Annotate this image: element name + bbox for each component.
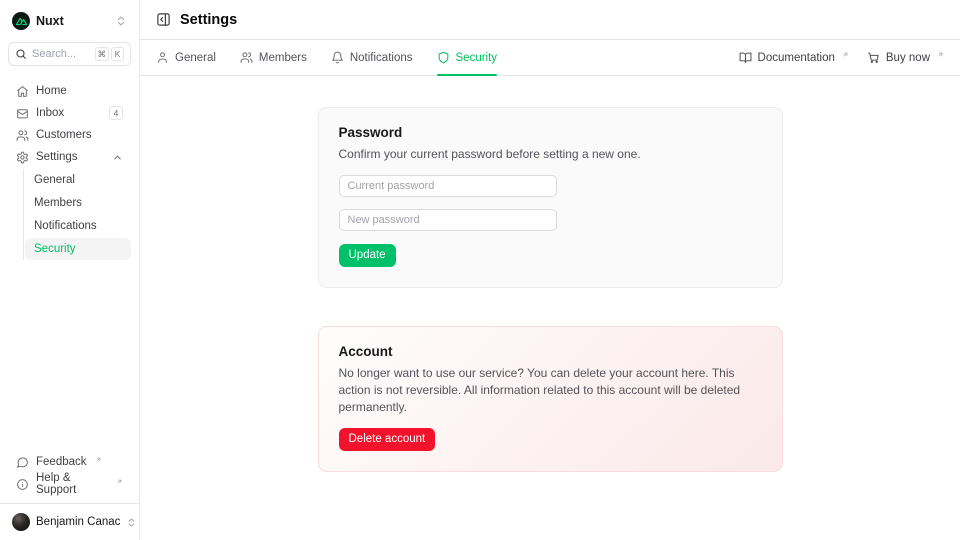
sidebar-top: Nuxt Search... ⌘ K xyxy=(0,0,139,74)
sidebar-nav: Home Inbox 4 Customers Settings xyxy=(0,74,139,261)
buy-now-link[interactable]: Buy now xyxy=(867,40,944,75)
external-link-icon xyxy=(116,478,123,485)
feedback-label: Feedback xyxy=(36,456,87,468)
sub-item-label: General xyxy=(34,174,75,186)
tabbar-links: Documentation Buy now xyxy=(739,40,944,75)
main-area: Settings General Members xyxy=(140,0,960,540)
user-icon xyxy=(156,51,169,64)
info-circle-icon xyxy=(16,478,29,491)
bell-icon xyxy=(331,51,344,64)
home-icon xyxy=(16,85,29,98)
inbox-icon xyxy=(16,107,29,120)
sidebar-item-label: Inbox xyxy=(36,107,64,119)
account-card: Account No longer want to use our servic… xyxy=(318,326,783,472)
tab-label: Members xyxy=(259,52,307,64)
workspace-selector[interactable]: Nuxt xyxy=(8,8,131,34)
book-open-icon xyxy=(739,51,752,64)
chevron-up-down-icon xyxy=(126,517,137,528)
page-title: Settings xyxy=(180,12,237,28)
tab-label: Security xyxy=(456,52,498,64)
users-icon xyxy=(16,129,29,142)
sidebar-footer-links: Feedback Help & Support xyxy=(0,447,139,503)
sidebar-spacer xyxy=(0,261,139,447)
password-card-title: Password xyxy=(339,125,762,140)
sidebar-item-settings[interactable]: Settings xyxy=(8,146,131,168)
tab-general[interactable]: General xyxy=(156,40,216,75)
tab-label: General xyxy=(175,52,216,64)
cart-icon xyxy=(867,51,880,64)
account-card-description: No longer want to use our service? You c… xyxy=(339,365,762,416)
sidebar-item-customers[interactable]: Customers xyxy=(8,124,131,146)
sidebar-item-label: Customers xyxy=(36,129,92,141)
nuxt-logo-icon xyxy=(12,12,30,30)
search-shortcut: ⌘ K xyxy=(95,47,125,61)
current-password-field[interactable] xyxy=(339,175,557,197)
kbd-k: K xyxy=(111,47,124,61)
kbd-meta: ⌘ xyxy=(95,47,110,61)
search-icon xyxy=(15,48,27,60)
password-card: Password Confirm your current password b… xyxy=(318,107,783,288)
delete-account-button[interactable]: Delete account xyxy=(339,428,436,451)
inbox-count-badge: 4 xyxy=(109,106,123,120)
sidebar-item-inbox[interactable]: Inbox 4 xyxy=(8,102,131,124)
sidebar-item-label: Settings xyxy=(36,151,78,163)
update-password-button[interactable]: Update xyxy=(339,244,396,267)
users-icon xyxy=(240,51,253,64)
tabs: General Members Notifications xyxy=(156,40,497,75)
sidebar-item-members[interactable]: Members xyxy=(25,192,131,214)
chevron-up-down-icon xyxy=(115,15,127,27)
documentation-label: Documentation xyxy=(758,52,835,64)
chevron-up-icon xyxy=(112,152,123,163)
external-link-icon xyxy=(937,51,944,58)
search-placeholder: Search... xyxy=(32,48,76,60)
sidebar-item-general[interactable]: General xyxy=(25,169,131,191)
sidebar-item-security[interactable]: Security xyxy=(25,238,131,260)
buy-now-label: Buy now xyxy=(886,52,930,64)
sidebar: Nuxt Search... ⌘ K xyxy=(0,0,140,540)
sidebar-collapse-icon[interactable] xyxy=(156,12,171,27)
chat-bubble-icon xyxy=(16,456,29,469)
current-password-field-wrap xyxy=(339,175,762,197)
workspace-name: Nuxt xyxy=(36,14,64,28)
tabbar: General Members Notifications xyxy=(140,40,960,76)
documentation-link[interactable]: Documentation xyxy=(739,40,849,75)
sub-item-label: Notifications xyxy=(34,220,97,232)
password-card-description: Confirm your current password before set… xyxy=(339,146,762,163)
feedback-link[interactable]: Feedback xyxy=(8,451,131,473)
help-support-label: Help & Support xyxy=(36,472,108,496)
shield-icon xyxy=(437,51,450,64)
help-support-link[interactable]: Help & Support xyxy=(8,473,131,495)
search-input[interactable]: Search... ⌘ K xyxy=(8,42,131,66)
external-link-icon xyxy=(95,456,102,463)
settings-content: Password Confirm your current password b… xyxy=(140,76,960,540)
avatar xyxy=(12,513,30,531)
sidebar-user-section: Benjamin Canac xyxy=(0,503,139,540)
tab-notifications[interactable]: Notifications xyxy=(331,40,413,75)
user-menu-button[interactable]: Benjamin Canac xyxy=(8,511,131,533)
sub-item-label: Members xyxy=(34,197,82,209)
tab-label: Notifications xyxy=(350,52,413,64)
tab-members[interactable]: Members xyxy=(240,40,307,75)
gear-icon xyxy=(16,151,29,164)
external-link-icon xyxy=(842,51,849,58)
sidebar-item-notifications[interactable]: Notifications xyxy=(25,215,131,237)
account-card-title: Account xyxy=(339,344,762,359)
new-password-field-wrap xyxy=(339,209,762,231)
settings-subnav: General Members Notifications Security xyxy=(23,169,131,260)
sidebar-item-home[interactable]: Home xyxy=(8,80,131,102)
tab-security[interactable]: Security xyxy=(437,40,498,75)
sub-item-label: Security xyxy=(34,243,76,255)
app-root: Nuxt Search... ⌘ K xyxy=(0,0,960,540)
new-password-field[interactable] xyxy=(339,209,557,231)
page-header: Settings xyxy=(140,0,960,40)
user-name: Benjamin Canac xyxy=(36,516,120,528)
sidebar-item-label: Home xyxy=(36,85,67,97)
